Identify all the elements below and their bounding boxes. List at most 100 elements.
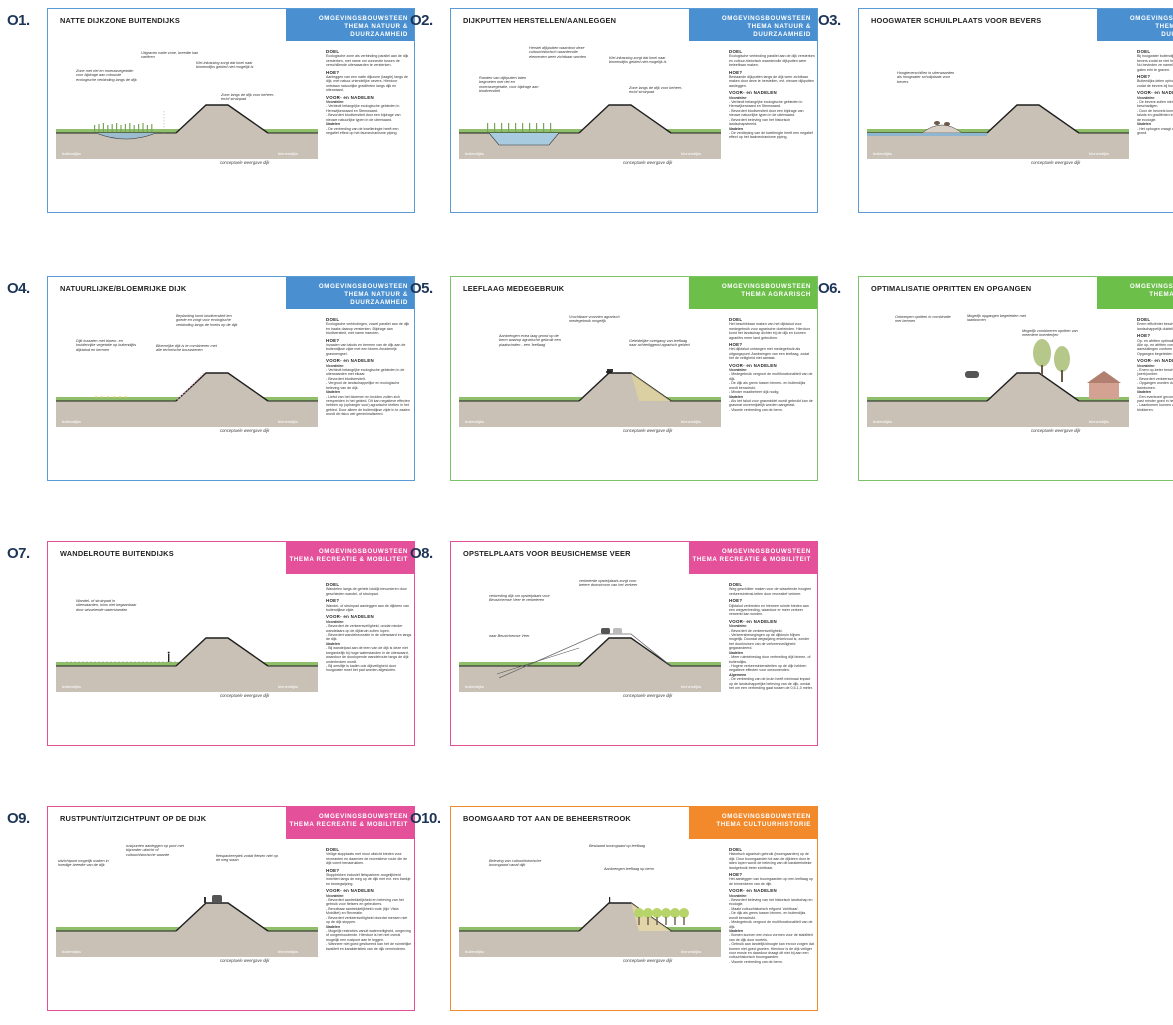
binnendijks-label: binnendijks [681, 419, 702, 424]
hoe-text: Op- en afritten optimaliseren en mogelij… [1137, 338, 1173, 356]
annotation-text: Geleidelijke overgang van leeflaag naar … [629, 339, 690, 348]
theme-tag-line1: OMGEVINGSBOUWSTEEN [721, 813, 811, 820]
hoe-text: Buitendijks delen ophogen, heuvels aanbr… [1137, 79, 1173, 88]
hoe-text: Stopplekken inclusief fietsparkeer-mogel… [326, 873, 411, 886]
buitendijks-label: buitendijks [465, 419, 484, 424]
nadelen-text: - Een eventueel gecombineerde aansluitin… [1137, 394, 1173, 412]
theme-tag: OMGEVINGSBOUWSTEEN THEMA RECREATIE & MOB… [286, 807, 414, 839]
theme-tag-line2: THEMA AGRARISCH [741, 291, 811, 298]
card-frame: WANDELROUTE BUITENDIJKS OMGEVINGSBOUWSTE… [47, 541, 415, 746]
nadelen-text: - Meer ruimtebeslag door verbreding dijk… [729, 655, 811, 673]
description-column: DOEL Weg geschikter maken voor de wissel… [729, 580, 815, 690]
hoe-text: Het dijktalud onhangen met medegebruik a… [729, 347, 810, 361]
theme-tag: OMGEVINGSBOUWSTEEN THEMA NATUUR & DUURZA… [689, 9, 817, 41]
annotation-text: Mogelijk opgangen begeleiden met laanbom… [967, 314, 1026, 323]
annotation-text: fietsparkeerplek zodat fietsen niet op d… [216, 854, 278, 863]
theme-tag-line1: OMGEVINGSBOUWSTEEN [318, 283, 408, 290]
bouwsteen-card: O10. BOOMGAARD TOT AAN DE BEHEERSTROOK O… [410, 806, 818, 1011]
description-column: DOEL Bij hoogwater buitendijks schuilpla… [1137, 47, 1173, 135]
annotation-text: verbeterde opstelplaats zorgt voor beter… [579, 579, 638, 588]
hoe-text: Aanleggen van een natte dijkzone (laagte… [326, 75, 408, 93]
card-number: O5. [410, 280, 433, 297]
voordelen-text: - Verbindt belangrijke ecologische gebie… [326, 368, 405, 390]
binnendijks-label: binnendijks [1089, 151, 1110, 156]
dike-drawing [459, 839, 721, 957]
annotation-text: Zone langs de dijk voor beheer- en/of st… [629, 86, 683, 95]
theme-tag: OMGEVINGSBOUWSTEEN THEMA RECREATIE & MOB… [689, 542, 817, 574]
drawing-caption: conceptuele weergave dijk [623, 428, 673, 433]
annotation-text: Bestaand boomgaard op leeflaag [589, 844, 645, 848]
voordelen-text: - Bevordert de verkeersveiligheid, omdat… [326, 624, 412, 642]
doel-text: Weg geschikter maken voor de wisselende … [729, 587, 812, 596]
binnendijks-label: binnendijks [681, 151, 702, 156]
hoe-text: Bestaande dijkputten langs de dijk weer … [729, 75, 814, 88]
voordelen-text: - Bevordert de verkeersveiligheid. - Ver… [729, 628, 810, 651]
dike-drawing [867, 309, 1129, 427]
description-column: DOEL Wandelen langs de gehele lokdijk be… [326, 580, 412, 673]
card-frame: HOOGWATER SCHUILPLAATS VOOR BEVERS OMGEV… [858, 8, 1173, 213]
drawing-caption: conceptuele weergave dijk [1031, 160, 1081, 165]
bouwsteen-card: O3. HOOGWATER SCHUILPLAATS VOOR BEVERS O… [818, 8, 1173, 213]
theme-tag-line2: THEMA CULTUURHISTORIE [716, 821, 811, 828]
card-number: O10. [410, 810, 441, 827]
bouwsteen-card: O4. NATUURLIJKE/BLOEMRIJKE DIJK OMGEVING… [7, 276, 415, 481]
description-column: DOEL Veilige stopplaats met mooi uitzich… [326, 845, 412, 951]
theme-tag-line1: OMGEVINGSBOUWSTEEN [318, 813, 408, 820]
annotation-text: Randen van dijkputten laten begroeien me… [479, 76, 539, 94]
annotation-text: Beplanting komt biodiversiteit ten goede… [176, 314, 238, 327]
voordelen-text: - Bevordert aantrekkelijkheid en belevin… [326, 898, 408, 925]
card-frame: LEEFLAAG MEDEGEBRUIK OMGEVINGSBOUWSTEEN … [450, 276, 818, 481]
buitendijks-label: buitendijks [62, 949, 81, 954]
binnendijks-label: binnendijks [681, 684, 702, 689]
drawing-caption: conceptuele weergave dijk [623, 693, 673, 698]
theme-tag-line2: THEMA RECREATIE & MOBILITEIT [289, 556, 408, 563]
drawing-caption: conceptuele weergave dijk [1031, 428, 1081, 433]
annotation-text: Ontwerpen opritten in combinatie met ber… [895, 315, 951, 324]
drawing-caption: conceptuele weergave dijk [220, 958, 270, 963]
voordelen-text: - Verbindt belangrijke ecologische gebie… [326, 104, 401, 122]
theme-tag-line1: OMGEVINGSBOUWSTEEN [318, 548, 408, 555]
theme-tag-line2: THEMA RECREATIE & MOBILITEIT [692, 556, 811, 563]
binnendijks-label: binnendijks [278, 684, 299, 689]
buitendijks-label: buitendijks [465, 151, 484, 156]
annotation-text: Uitgraven natte zone, breedte kan variër… [141, 51, 199, 60]
dike-profile-drawing [459, 628, 721, 692]
voordelen-text: - De bevers zullen niet langer het dijkt… [1137, 100, 1173, 122]
theme-tag: OMGEVINGSBOUWSTEEN THEMA NATUUR & DUURZA… [1097, 9, 1173, 41]
doel-text: Het beschikbaar maken van het dijktalud … [729, 322, 810, 340]
card-number: O2. [410, 12, 433, 29]
voordelen-text: - Medegebruik vergroot de multifunctiona… [729, 372, 813, 395]
dike-profile-drawing [459, 897, 721, 957]
hoe-text: Dijktalud verbreden en hiermee ruimte bi… [729, 603, 809, 617]
nadelen-text: - Als het talud voor grasmiddel wordt ge… [729, 398, 813, 412]
drawing-caption: conceptuele weergave dijk [623, 958, 673, 963]
annotation-text: Aanbrengen leeflaag op berm [604, 867, 655, 871]
binnendijks-label: binnendijks [278, 419, 299, 424]
bouwsteen-card: O7. WANDELROUTE BUITENDIJKS OMGEVINGSBOU… [7, 541, 415, 746]
bouwsteen-card: O5. LEEFLAAG MEDEGEBRUIK OMGEVINGSBOUWST… [410, 276, 818, 481]
dike-profile-drawing [867, 339, 1129, 427]
voordelen-text: - Bevordert beleving van het historisch … [729, 898, 813, 929]
voordelen-text: - Verbindt belangrijke ecologische gebie… [729, 100, 804, 127]
annotation-text: Beleving van cultuurhistorische boomgaar… [489, 859, 542, 868]
card-number: O8. [410, 545, 433, 562]
dike-drawing [56, 574, 318, 692]
card-frame: DIJKPUTTEN HERSTELLEN/AANLEGGEN OMGEVING… [450, 8, 818, 213]
annotation-text: Mogelijk combineren opritten van meerder… [1022, 329, 1078, 338]
theme-tag-line2: THEMA NATUUR & DUURZAAMHEID [344, 291, 408, 306]
card-frame: RUSTPUNT/UITZICHTPUNT OP DE DIJK OMGEVIN… [47, 806, 415, 1011]
drawing-caption: conceptuele weergave dijk [623, 160, 673, 165]
description-column: DOEL Ecologische zone als verbinding par… [326, 47, 412, 135]
theme-tag-line2: THEMA NATUUR & DUURZAAMHEID [344, 23, 408, 38]
drawing-caption: conceptuele weergave dijk [220, 160, 270, 165]
binnendijks-label: binnendijks [278, 949, 299, 954]
theme-tag-line1: OMGEVINGSBOUWSTEEN [1129, 283, 1173, 290]
drawing-caption: conceptuele weergave dijk [220, 693, 270, 698]
binnendijks-label: binnendijks [681, 949, 702, 954]
card-title: OPSTELPLAATS VOOR BEUSICHEMSE VEER [463, 549, 631, 558]
annotation-text: verbreding dijk om opstelplaats voor Beu… [489, 594, 550, 603]
card-title: WANDELROUTE BUITENDIJKS [60, 549, 174, 558]
bouwsteen-card: O2. DIJKPUTTEN HERSTELLEN/AANLEGGEN OMGE… [410, 8, 818, 213]
theme-tag-line1: OMGEVINGSBOUWSTEEN [1129, 15, 1173, 22]
card-number: O7. [7, 545, 30, 562]
